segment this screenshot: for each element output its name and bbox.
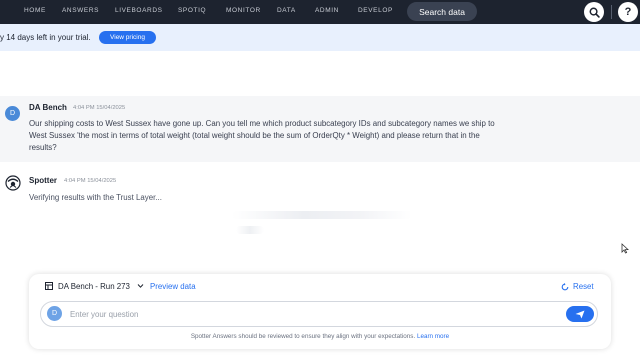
chevron-down-icon[interactable] [137,283,144,289]
spotter-sender-name: Spotter [29,176,57,185]
spotter-timestamp: 4:04 PM 15/04/2025 [64,178,117,184]
question-input[interactable] [70,308,550,320]
trial-text: y 14 days left in your trial. [0,33,91,42]
view-pricing-button[interactable]: View pricing [99,31,156,44]
disclaimer: Spotter Answers should be reviewed to en… [0,333,640,340]
mouse-cursor-icon [621,243,629,254]
reset-button[interactable]: Reset [561,281,594,292]
input-avatar: D [47,306,62,321]
search-icon [589,7,600,18]
loading-skeleton-line [236,226,264,234]
spotter-status-text: Verifying results with the Trust Layer..… [29,193,162,202]
nav-divider [611,5,612,19]
nav-item-liveboards[interactable]: LIVEBOARDS [115,7,163,14]
nav-item-spotiq[interactable]: SPOTIQ [178,7,206,14]
nav-item-develop[interactable]: DEVELOP [358,7,393,14]
learn-more-link[interactable]: Learn more [417,333,449,340]
reset-icon [561,282,569,290]
nav-item-admin[interactable]: ADMIN [315,7,339,14]
send-button[interactable] [566,306,594,322]
spotter-logo-icon [5,175,21,191]
search-data-button[interactable]: Search data [407,2,477,21]
help-button[interactable]: ? [618,2,638,22]
preview-data-link[interactable]: Preview data [150,282,196,291]
search-button[interactable] [584,2,604,22]
nav-item-answers[interactable]: ANSWERS [62,7,99,14]
send-icon [575,310,585,318]
user-sender-name: DA Bench [29,103,67,112]
nav-item-home[interactable]: HOME [24,7,46,14]
nav-item-data[interactable]: DATA [277,7,296,14]
trial-banner [0,24,640,51]
dataset-selector[interactable]: DA Bench - Run 273 [58,282,130,291]
reset-label: Reset [573,282,594,291]
user-message-text: Our shipping costs to West Sussex have g… [29,119,495,152]
disclaimer-text: Spotter Answers should be reviewed to en… [190,333,416,340]
user-timestamp: 4:04 PM 15/04/2025 [73,105,126,111]
user-avatar: D [5,106,20,121]
table-icon [45,282,53,290]
help-icon: ? [624,6,632,18]
nav-item-monitor[interactable]: MONITOR [226,7,261,14]
loading-skeleton-line [232,211,412,219]
